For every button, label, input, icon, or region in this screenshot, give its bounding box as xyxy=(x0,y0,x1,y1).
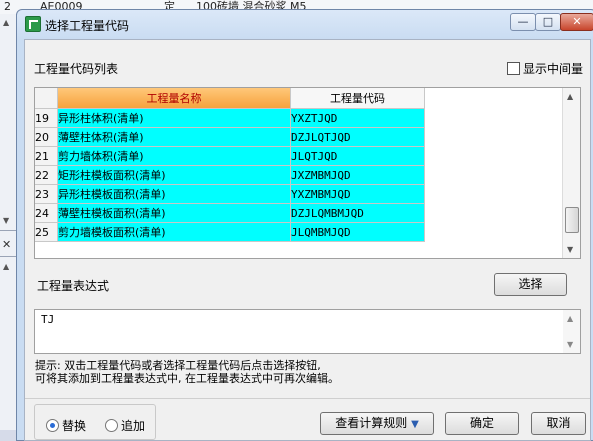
close-icon: ✕ xyxy=(572,15,582,28)
table-row[interactable]: 23 异形柱模板面积(清单) YXZMBMJQD xyxy=(35,184,425,204)
quantity-code-cell[interactable]: YXZTJQD xyxy=(290,108,425,128)
append-radio[interactable] xyxy=(105,419,118,432)
table-row[interactable]: 21 剪力墙体积(清单) JLQTJQD xyxy=(35,146,425,166)
expression-label: 工程量表达式 xyxy=(37,279,110,293)
minimize-icon: — xyxy=(517,15,529,28)
quantity-name-cell[interactable]: 异形柱模板面积(清单) xyxy=(57,184,291,204)
append-label[interactable]: 追加 xyxy=(121,417,145,434)
header-row-number xyxy=(35,88,58,109)
quantity-code-cell[interactable]: JLQMBMJQD xyxy=(290,222,425,242)
close-button[interactable]: ✕ xyxy=(560,13,593,31)
show-middle-label[interactable]: 显示中间量 xyxy=(523,60,583,77)
row-number: 20 xyxy=(35,127,58,147)
quantity-name-cell[interactable]: 矩形柱模板面积(清单) xyxy=(57,165,291,185)
background-left-panel: ▲ ▼ ✕ ▲ xyxy=(0,14,17,430)
scroll-down-icon[interactable]: ▼ xyxy=(3,216,9,225)
quantity-code-cell[interactable]: YXZMBMJQD xyxy=(290,184,425,204)
show-middle-checkbox[interactable] xyxy=(507,62,520,75)
close-icon[interactable]: ✕ xyxy=(2,238,11,251)
maximize-button[interactable]: □ xyxy=(535,13,561,31)
divider xyxy=(0,256,16,257)
header-quantity-name[interactable]: 工程量名称 xyxy=(57,88,291,109)
scroll-up-icon[interactable]: ▲ xyxy=(567,92,573,101)
expression-value: TJ xyxy=(41,313,55,326)
mode-radio-group: 替换 追加 xyxy=(34,404,156,440)
arrow-down-icon: ▼ xyxy=(411,419,419,430)
table-row[interactable]: 22 矩形柱模板面积(清单) JXZMBMJQD xyxy=(35,165,425,185)
scroll-down-icon[interactable]: ▼ xyxy=(567,340,573,349)
quantity-code-cell[interactable]: DZJLQMBMJQD xyxy=(290,203,425,223)
table-row[interactable]: 19 异形柱体积(清单) YXZTJQD xyxy=(35,108,425,128)
replace-label[interactable]: 替换 xyxy=(62,417,86,434)
table-row[interactable]: 24 薄壁柱模板面积(清单) DZJLQMBMJQD xyxy=(35,203,425,223)
title-bar[interactable]: 选择工程量代码 — □ ✕ xyxy=(17,10,593,38)
select-quantity-code-dialog: 选择工程量代码 — □ ✕ 工程量代码列表 显示中间量 工程量名称 工程量代码 … xyxy=(16,9,593,441)
scrollbar-thumb[interactable] xyxy=(565,207,579,233)
background-row-number: 2 xyxy=(4,0,11,13)
app-icon xyxy=(25,16,41,32)
quantity-name-cell[interactable]: 薄壁柱体积(清单) xyxy=(57,127,291,147)
quantity-code-cell[interactable]: JLQTJQD xyxy=(290,146,425,166)
row-number: 22 xyxy=(35,165,58,185)
dialog-title: 选择工程量代码 xyxy=(45,19,130,33)
expression-input[interactable]: TJ ▲ ▼ xyxy=(34,309,581,354)
quantity-code-cell[interactable]: DZJLQTJQD xyxy=(290,127,425,147)
row-number: 25 xyxy=(35,222,58,242)
quantity-name-cell[interactable]: 薄壁柱模板面积(清单) xyxy=(57,203,291,223)
cancel-button[interactable]: 取消 xyxy=(531,412,586,435)
scroll-up-icon[interactable]: ▲ xyxy=(3,18,9,27)
scroll-up-icon[interactable]: ▲ xyxy=(3,262,9,271)
hint-line-2: 可将其添加到工程量表达式中, 在工程量表达式中可再次编辑。 xyxy=(35,372,339,385)
row-number: 21 xyxy=(35,146,58,166)
quantity-name-cell[interactable]: 异形柱体积(清单) xyxy=(57,108,291,128)
scroll-up-icon[interactable]: ▲ xyxy=(567,314,573,323)
divider xyxy=(25,398,590,399)
row-number: 19 xyxy=(35,108,58,128)
grid-vertical-scrollbar[interactable]: ▲ ▼ xyxy=(562,88,580,258)
quantity-code-cell[interactable]: JXZMBMJQD xyxy=(290,165,425,185)
replace-radio[interactable] xyxy=(46,419,59,432)
quantity-name-cell[interactable]: 剪力墙模板面积(清单) xyxy=(57,222,291,242)
code-list-label: 工程量代码列表 xyxy=(34,62,119,76)
table-row[interactable]: 20 薄壁柱体积(清单) DZJLQTJQD xyxy=(35,127,425,147)
quantity-name-cell[interactable]: 剪力墙体积(清单) xyxy=(57,146,291,166)
divider xyxy=(0,230,16,231)
ok-button[interactable]: 确定 xyxy=(445,412,519,435)
hint-line-1: 提示: 双击工程量代码或者选择工程量代码后点击选择按钮, xyxy=(35,359,321,372)
table-row[interactable]: 25 剪力墙模板面积(清单) JLQMBMJQD xyxy=(35,222,425,242)
maximize-icon: □ xyxy=(542,15,554,28)
minimize-button[interactable]: — xyxy=(510,13,536,31)
view-calc-rules-button[interactable]: 查看计算规则 ▼ xyxy=(320,412,434,435)
row-number: 24 xyxy=(35,203,58,223)
quantity-code-grid: 工程量名称 工程量代码 19 异形柱体积(清单) YXZTJQD 20 薄壁柱体… xyxy=(34,87,581,259)
expression-scrollbar[interactable]: ▲ ▼ xyxy=(563,310,580,353)
select-button[interactable]: 选择 xyxy=(494,273,567,296)
dialog-body: 工程量代码列表 显示中间量 工程量名称 工程量代码 19 异形柱体积(清单) Y… xyxy=(24,39,591,441)
header-quantity-code[interactable]: 工程量代码 xyxy=(290,88,425,109)
view-calc-rules-label: 查看计算规则 xyxy=(335,416,408,430)
grid-header-row: 工程量名称 工程量代码 xyxy=(35,88,425,109)
grid-table: 工程量名称 工程量代码 19 异形柱体积(清单) YXZTJQD 20 薄壁柱体… xyxy=(35,88,425,242)
row-number: 23 xyxy=(35,184,58,204)
scroll-down-icon[interactable]: ▼ xyxy=(567,245,573,254)
